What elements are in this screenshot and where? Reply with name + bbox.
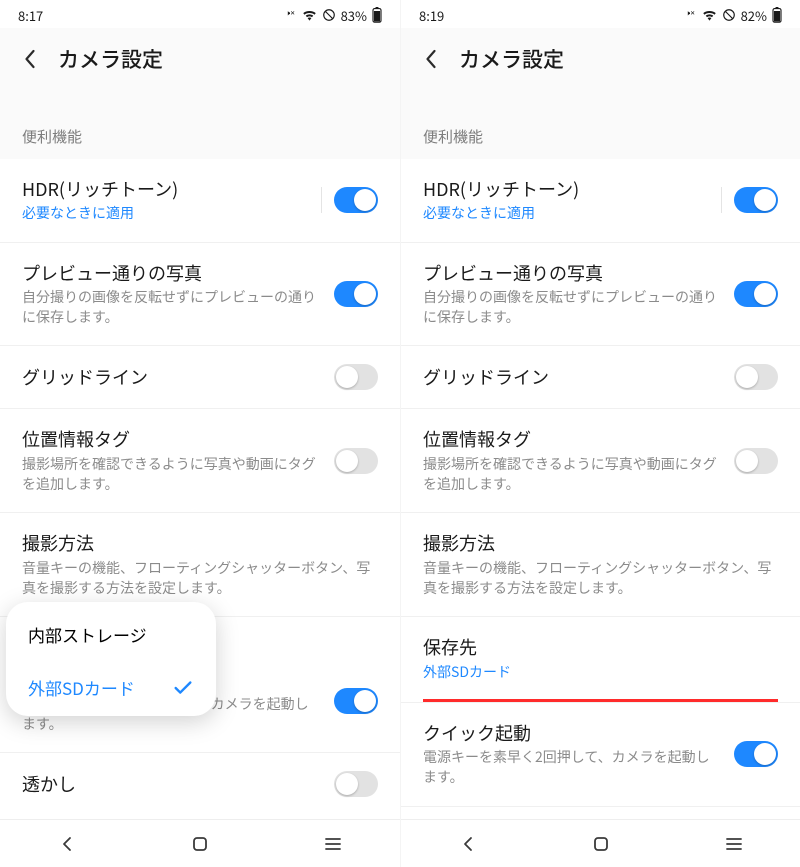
item-title: 位置情報タグ [423,427,722,451]
toggle-quick[interactable] [734,741,778,767]
item-title: 保存先 [423,635,778,659]
status-time: 8:19 [419,6,444,25]
item-quick[interactable]: クイック起動 電源キーを素早く2回押して、カメラを起動します。 [401,703,800,807]
wifi-icon [302,9,317,21]
item-title: グリッドライン [22,365,322,389]
item-sub: 音量キーの機能、フローティングシャッターボタン、写真を撮影する方法を設定します。 [22,558,378,599]
toggle-preview[interactable] [734,281,778,307]
toggle-geo[interactable] [734,448,778,474]
toggle-grid[interactable] [334,364,378,390]
phone-right: 8:19 82% カメラ設定 便利機能 HDR(リッチトーン) 必要なときに適用 [400,0,800,867]
item-grid[interactable]: グリッドライン [0,346,400,409]
item-watermark[interactable]: 透かし [401,807,800,819]
status-icons: 83% [283,6,382,25]
item-geo[interactable]: 位置情報タグ 撮影場所を確認できるように写真や動画にタグを追加します。 [401,409,800,513]
status-bar: 8:17 83% [0,0,400,28]
status-icons: 82% [683,6,782,25]
page-title: カメラ設定 [459,44,564,74]
battery-icon [772,7,782,23]
item-title: クイック起動 [423,721,722,745]
nav-recents[interactable] [704,828,764,860]
item-watermark[interactable]: 透かし [0,753,400,815]
section-label: 便利機能 [0,90,400,159]
nav-back[interactable] [438,828,498,860]
item-sub: 電源キーを素早く2回押して、カメラを起動します。 [423,747,722,788]
item-sub: 必要なときに適用 [423,203,709,223]
status-battery-text: 82% [741,6,767,25]
page-title: カメラ設定 [58,44,163,74]
item-title: プレビュー通りの写真 [22,261,322,285]
settings-list: HDR(リッチトーン) 必要なときに適用 プレビュー通りの写真 自分撮りの画像を… [0,159,400,819]
popup-option-label: 外部SDカード [28,675,135,700]
status-bar: 8:19 82% [401,0,800,28]
item-sub: 撮影場所を確認できるように写真や動画にタグを追加します。 [423,454,722,495]
back-button[interactable] [419,48,441,70]
mute-icon [283,8,297,22]
item-sub: 自分撮りの画像を反転せずにプレビューの通りに保存します。 [423,287,722,328]
toggle-geo[interactable] [334,448,378,474]
section-label: 便利機能 [401,90,800,159]
toggle-hdr[interactable] [734,187,778,213]
item-grid[interactable]: グリッドライン [401,346,800,409]
item-method[interactable]: 撮影方法 音量キーの機能、フローティングシャッターボタン、写真を撮影する方法を設… [401,513,800,617]
block-icon [322,8,336,22]
item-geo[interactable]: 位置情報タグ 撮影場所を確認できるように写真や動画にタグを追加します。 [0,409,400,513]
check-icon [172,677,194,699]
popup-option-label: 内部ストレージ [28,622,147,647]
item-title: 位置情報タグ [22,427,322,451]
item-title: HDR(リッチトーン) [22,177,309,201]
item-title: グリッドライン [423,365,722,389]
phone-left: 8:17 83% カメラ設定 便利機能 HDR(リッチトーン) 必要なときに適用 [0,0,400,867]
battery-icon [372,7,382,23]
popup-option-internal[interactable]: 内部ストレージ [6,608,216,661]
item-preview[interactable]: プレビュー通りの写真 自分撮りの画像を反転せずにプレビューの通りに保存します。 [0,243,400,347]
item-hdr[interactable]: HDR(リッチトーン) 必要なときに適用 [401,159,800,243]
item-preview[interactable]: プレビュー通りの写真 自分撮りの画像を反転せずにプレビューの通りに保存します。 [401,243,800,347]
nav-bar [401,819,800,867]
back-button[interactable] [18,48,40,70]
status-time: 8:17 [18,6,43,25]
item-sub: 外部SDカード [423,662,778,682]
divider [721,187,722,213]
mute-icon [683,8,697,22]
toggle-grid[interactable] [734,364,778,390]
item-title: HDR(リッチトーン) [423,177,709,201]
nav-bar [0,819,400,867]
item-title: 透かし [22,772,322,796]
wifi-icon [702,9,717,21]
item-hdr[interactable]: HDR(リッチトーン) 必要なときに適用 [0,159,400,243]
nav-recents[interactable] [303,828,363,860]
nav-home[interactable] [571,828,631,860]
settings-list: HDR(リッチトーン) 必要なときに適用 プレビュー通りの写真 自分撮りの画像を… [401,159,800,819]
toggle-watermark[interactable] [334,771,378,797]
item-sub: 撮影場所を確認できるように写真や動画にタグを追加します。 [22,454,322,495]
block-icon [722,8,736,22]
divider [321,187,322,213]
nav-home[interactable] [170,828,230,860]
toggle-quick[interactable] [334,688,378,714]
storage-popup: 内部ストレージ 外部SDカード [6,602,216,716]
item-sub: 音量キーの機能、フローティングシャッターボタン、写真を撮影する方法を設定します。 [423,558,778,599]
popup-option-sdcard[interactable]: 外部SDカード [6,661,216,714]
toggle-hdr[interactable] [334,187,378,213]
item-sub: 必要なときに適用 [22,203,309,223]
item-storage[interactable]: 保存先 外部SDカード [401,617,800,700]
header: カメラ設定 [401,28,800,90]
nav-back[interactable] [37,828,97,860]
item-title: 撮影方法 [423,531,778,555]
toggle-preview[interactable] [334,281,378,307]
header: カメラ設定 [0,28,400,90]
item-sub: 自分撮りの画像を反転せずにプレビューの通りに保存します。 [22,287,322,328]
item-title: 撮影方法 [22,531,378,555]
status-battery-text: 83% [341,6,367,25]
item-title: プレビュー通りの写真 [423,261,722,285]
